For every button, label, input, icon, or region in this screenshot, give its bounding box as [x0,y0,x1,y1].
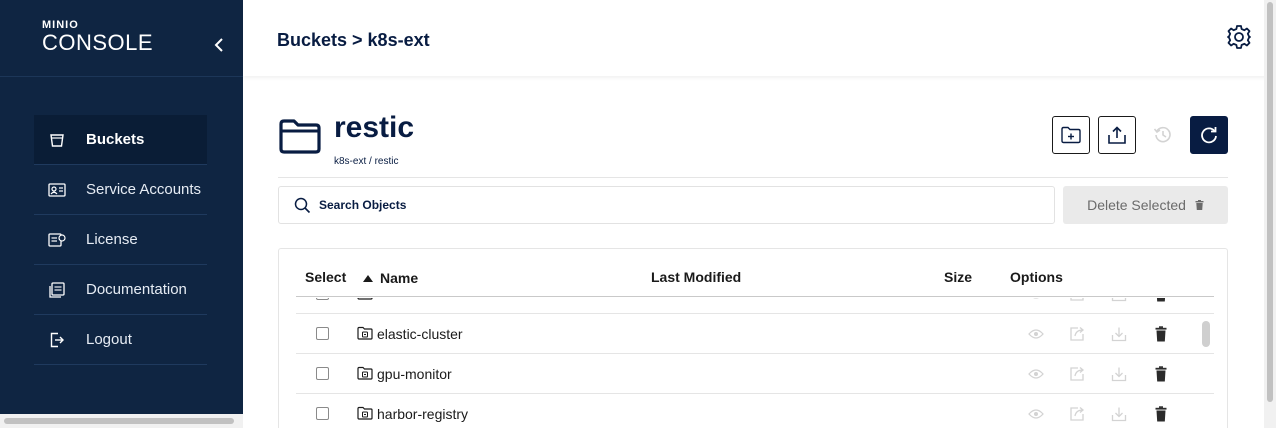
documentation-icon [48,281,66,299]
row-select-checkbox[interactable] [316,327,329,340]
row-select-checkbox[interactable] [316,298,329,300]
share-icon[interactable] [1068,325,1086,343]
share-icon[interactable] [1068,365,1086,383]
sidebar: MINIO CONSOLE Buckets Service Accounts L… [0,0,243,428]
sidebar-item-buckets[interactable]: Buckets [34,115,207,165]
table-row[interactable]: gpu-monitor [296,354,1214,394]
objects-table: Select Name Last Modified Size Options e… [278,248,1228,428]
table-row[interactable]: elastic-cluster [296,314,1214,354]
column-header-size[interactable]: Size [944,269,972,285]
chevron-left-icon [214,38,223,52]
search-input[interactable] [319,198,919,212]
object-name[interactable]: harbor-registry [377,406,468,422]
refresh-button[interactable] [1190,116,1228,154]
folder-open-icon [278,117,322,160]
sidebar-item-label: License [86,231,138,248]
page-vertical-scrollbar[interactable] [1264,0,1276,428]
delete-icon[interactable] [1152,365,1170,383]
share-icon[interactable] [1068,298,1086,303]
gear-icon [1227,25,1251,49]
share-icon[interactable] [1068,405,1086,423]
service-accounts-icon [48,181,66,199]
search-box[interactable] [278,186,1055,224]
table-body: elastic-cluster gpu-monitor harbor-registr… [296,298,1214,428]
upload-icon [1108,126,1126,144]
object-name[interactable]: elastic-cluster [377,326,463,342]
sort-ascending-icon [363,269,373,285]
settings-button[interactable] [1226,24,1252,50]
create-folder-button[interactable] [1052,116,1090,154]
scrollbar-thumb[interactable] [4,418,234,424]
download-icon[interactable] [1110,298,1128,303]
minio-console-logo[interactable]: MINIO CONSOLE [42,20,153,54]
column-header-select[interactable]: Select [305,269,346,285]
column-header-name-label: Name [380,270,419,286]
sidebar-item-label: Buckets [86,131,145,148]
bucket-icon [48,131,66,149]
delete-icon[interactable] [1152,325,1170,343]
history-icon [1153,126,1171,143]
column-header-options: Options [1010,269,1063,285]
column-header-last-modified[interactable]: Last Modified [651,269,741,285]
section-divider [278,177,1228,178]
object-name[interactable]: gpu-monitor [377,366,452,382]
upload-button[interactable] [1098,116,1136,154]
delete-selected-label: Delete Selected [1087,197,1186,213]
search-icon [294,197,311,213]
table-row[interactable]: harbor-registry [296,394,1214,428]
download-icon[interactable] [1110,405,1128,423]
download-icon[interactable] [1110,365,1128,383]
sidebar-item-license[interactable]: License [34,215,207,265]
breadcrumb[interactable]: Buckets > k8s-ext [277,30,430,51]
folder-icon [357,326,373,343]
delete-icon[interactable] [1152,405,1170,423]
column-header-name[interactable]: Name [363,269,418,286]
row-select-checkbox[interactable] [316,367,329,380]
rewind-button[interactable] [1144,116,1182,154]
license-icon [48,231,66,249]
trash-icon [1195,200,1204,210]
folder-icon [357,298,373,303]
sidebar-item-service-accounts[interactable]: Service Accounts [34,165,207,215]
download-icon[interactable] [1110,325,1128,343]
preview-icon[interactable] [1027,365,1045,383]
folder-plus-icon [1061,126,1081,144]
bucket-path: k8s-ext / restic [334,156,399,167]
sidebar-divider [0,76,243,77]
row-select-checkbox[interactable] [316,407,329,420]
sidebar-horizontal-scrollbar[interactable] [0,414,243,428]
logout-icon [48,331,66,349]
sidebar-nav: Buckets Service Accounts License Documen… [34,115,207,365]
sidebar-item-logout[interactable]: Logout [34,315,207,365]
preview-icon[interactable] [1027,298,1045,303]
delete-icon[interactable] [1152,298,1170,303]
sidebar-item-documentation[interactable]: Documentation [34,265,207,315]
preview-icon[interactable] [1027,405,1045,423]
table-header: Select Name Last Modified Size Options [296,249,1214,297]
page-header: Buckets > k8s-ext [243,0,1276,76]
sidebar-item-label: Service Accounts [86,181,202,198]
preview-icon[interactable] [1027,325,1045,343]
logo-large-text: CONSOLE [42,30,154,55]
delete-selected-button[interactable]: Delete Selected [1063,186,1228,224]
sidebar-item-label: Documentation [86,281,187,298]
folder-icon [357,406,373,423]
table-row[interactable] [296,298,1214,314]
refresh-icon [1201,127,1217,144]
sidebar-item-label: Logout [86,331,132,348]
collapse-sidebar-button[interactable] [208,34,230,56]
bucket-name: restic [334,111,415,144]
folder-icon [357,366,373,383]
table-scrollbar-thumb[interactable] [1202,321,1210,347]
scrollbar-thumb[interactable] [1267,2,1273,402]
